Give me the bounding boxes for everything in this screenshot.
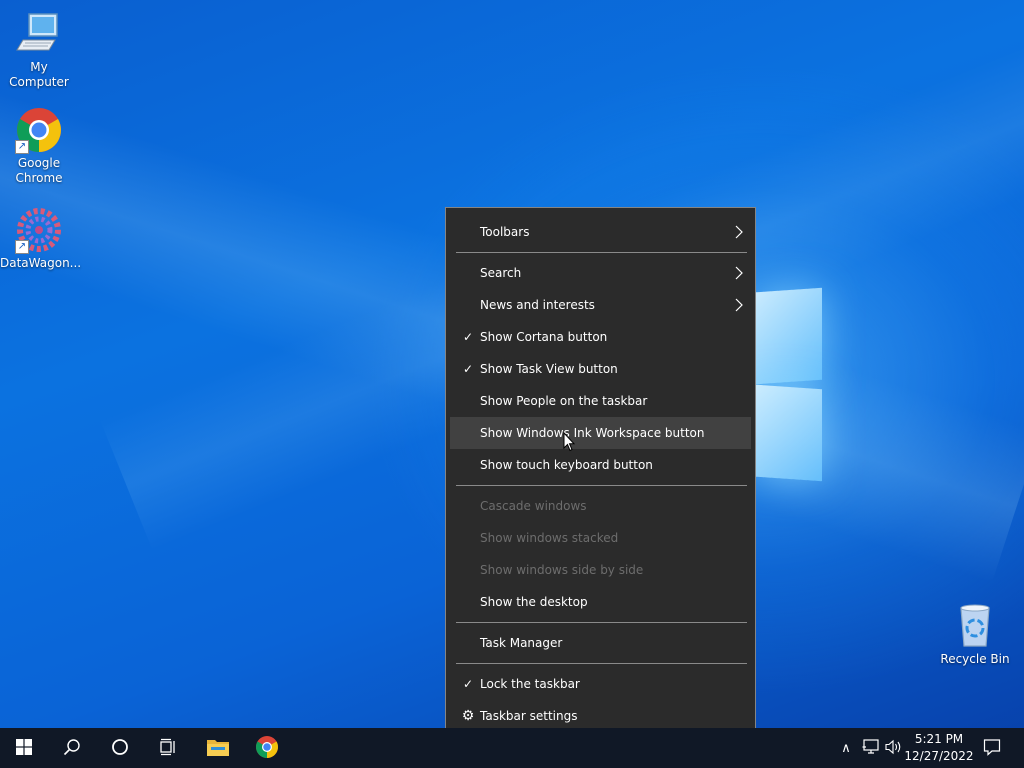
taskbar-context-menu: Toolbars Search News and interests ✓ Sho… [445,207,756,740]
menu-item-show-people[interactable]: Show People on the taskbar [450,385,751,417]
datawagon-icon: ↗ [15,206,63,254]
menu-item-show-task-view-button[interactable]: ✓ Show Task View button [450,353,751,385]
file-explorer-icon [206,737,230,760]
menu-item-show-cortana-button[interactable]: ✓ Show Cortana button [450,321,751,353]
menu-item-label: Search [480,266,522,280]
menu-item-news-and-interests[interactable]: News and interests [450,289,751,321]
menu-item-label: News and interests [480,298,595,312]
menu-item-label: Show Task View button [480,362,618,376]
chevron-right-icon [735,216,743,260]
recycle-bin-icon [951,602,999,650]
network-button[interactable] [860,728,882,768]
cortana-icon [111,738,129,759]
file-explorer-button[interactable] [194,728,242,768]
shortcut-arrow-icon: ↗ [15,140,29,154]
menu-separator [456,485,747,486]
menu-item-search[interactable]: Search [450,257,751,289]
volume-button[interactable] [883,728,905,768]
menu-item-label: Show Windows Ink Workspace button [480,426,705,440]
volume-icon [885,739,903,758]
action-center-button[interactable] [980,728,1004,768]
menu-item-show-the-desktop[interactable]: Show the desktop [450,586,751,618]
menu-item-lock-the-taskbar[interactable]: ✓ Lock the taskbar [450,668,751,700]
chrome-taskbar-button[interactable] [243,728,291,768]
computer-icon [15,10,63,58]
start-button[interactable] [0,728,48,768]
taskbar: ∧ 5:21 PM 12/27/2022 [0,728,1024,768]
checkmark-icon: ✓ [462,362,474,376]
menu-item-show-windows-stacked: Show windows stacked [450,522,751,554]
shortcut-arrow-icon: ↗ [15,240,29,254]
menu-item-label: Show touch keyboard button [480,458,653,472]
task-view-button[interactable] [144,728,192,768]
menu-item-label: Show windows stacked [480,531,619,545]
menu-item-task-manager[interactable]: Task Manager [450,627,751,659]
clock-button[interactable]: 5:21 PM 12/27/2022 [904,731,974,765]
menu-item-label: Show windows side by side [480,563,644,577]
checkmark-icon: ✓ [462,330,474,344]
checkmark-icon: ✓ [462,677,474,691]
menu-separator [456,663,747,664]
start-icon [16,738,32,758]
menu-item-cascade-windows: Cascade windows [450,490,751,522]
desktop-icon-datawagon[interactable]: ↗ DataWagon... [0,206,82,271]
clock-date: 12/27/2022 [904,749,974,763]
menu-separator [456,622,747,623]
desktop-icon-label: DataWagon... [0,256,82,270]
menu-item-label: Cascade windows [480,499,587,513]
network-icon [862,738,880,758]
menu-item-show-touch-keyboard[interactable]: Show touch keyboard button [450,449,751,481]
task-view-icon [159,738,177,759]
search-button[interactable] [48,728,96,768]
menu-item-label: Show Cortana button [480,330,608,344]
menu-item-show-windows-ink-workspace[interactable]: Show Windows Ink Workspace button [450,417,751,449]
menu-item-label: Task Manager [480,636,563,650]
desktop-icon-label: Recycle Bin [940,652,1010,666]
mouse-cursor-icon [563,431,576,452]
menu-item-label: Lock the taskbar [480,677,580,691]
desktop-icon-my-computer[interactable]: My Computer [0,10,78,90]
chevron-up-icon: ∧ [841,740,851,756]
desktop-icon-recycle-bin[interactable]: Recycle Bin [936,602,1014,667]
clock-time: 5:21 PM [914,732,964,746]
menu-item-label: Toolbars [480,225,530,239]
chrome-icon: ↗ [15,106,63,154]
search-icon [63,738,81,759]
show-hidden-icons-button[interactable]: ∧ [836,728,856,768]
menu-separator [456,252,747,253]
menu-item-label: Show People on the taskbar [480,394,648,408]
menu-item-toolbars[interactable]: Toolbars [450,216,751,248]
menu-item-show-windows-side-by-side: Show windows side by side [450,554,751,586]
menu-item-label: Show the desktop [480,595,588,609]
chrome-icon [255,735,279,762]
desktop-icon-label: Google Chrome [15,156,63,185]
desktop-icon-label: My Computer [9,60,69,89]
cortana-button[interactable] [96,728,144,768]
action-center-icon [983,738,1001,759]
desktop-icon-google-chrome[interactable]: ↗ Google Chrome [0,106,78,186]
